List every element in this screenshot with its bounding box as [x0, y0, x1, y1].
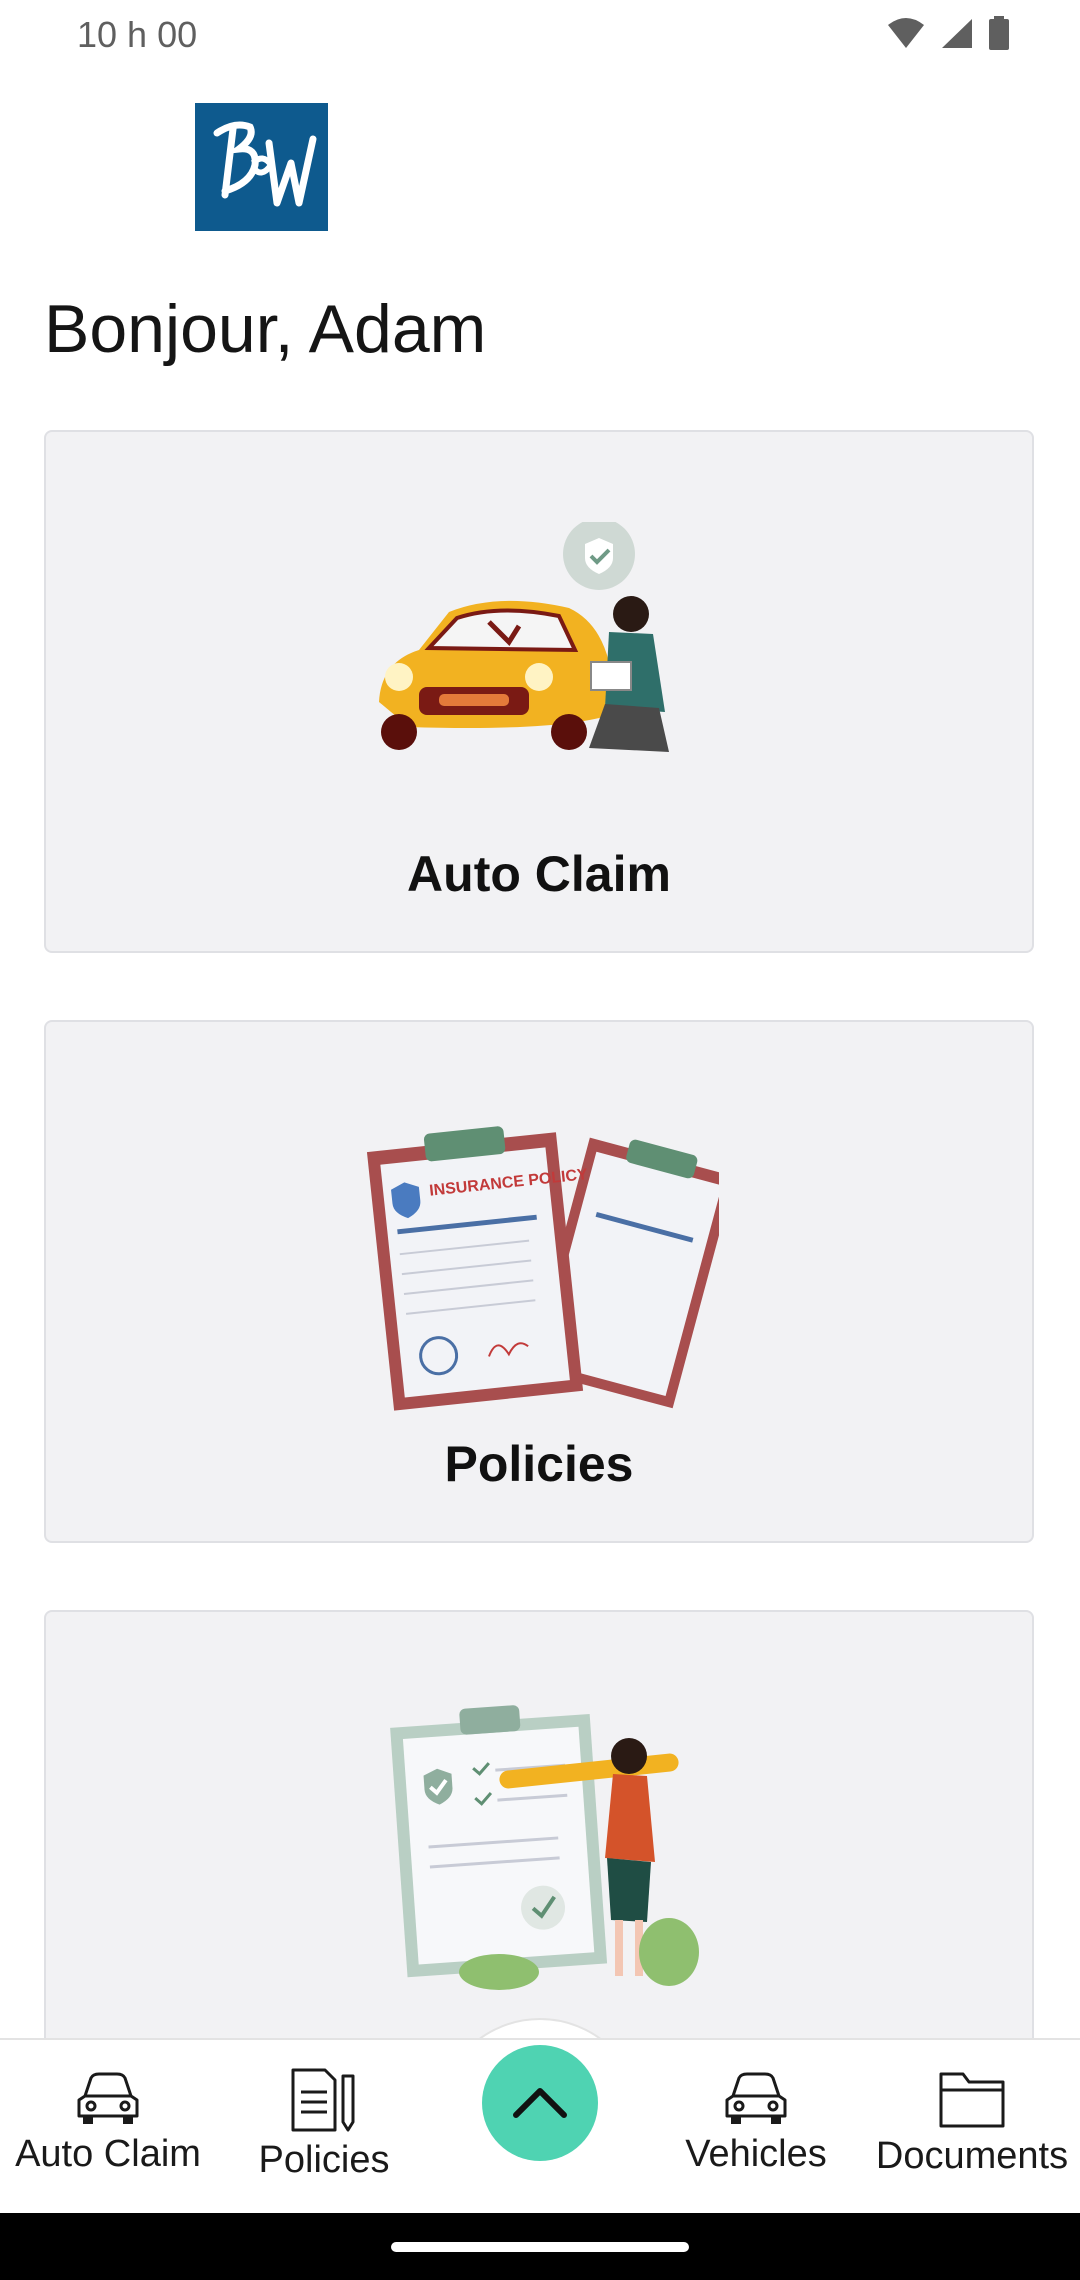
- nav-auto-claim-label: Auto Claim: [15, 2133, 201, 2175]
- nav-documents-label: Documents: [875, 2135, 1069, 2177]
- nav-auto-claim[interactable]: Auto Claim: [0, 2070, 216, 2176]
- system-gesture-bar: [0, 2213, 1080, 2280]
- insurance-policy-illustration: INSURANCE POLICY: [366, 1126, 719, 1411]
- nav-vehicles-label: Vehicles: [685, 2133, 827, 2175]
- expand-menu-button[interactable]: [482, 2045, 598, 2161]
- folder-icon: [939, 2072, 1005, 2128]
- auto-claim-label: Auto Claim: [407, 846, 671, 902]
- gesture-handle[interactable]: [391, 2242, 689, 2252]
- checklist-illustration: [390, 1705, 699, 1990]
- car-damage-illustration: [379, 522, 669, 752]
- policies-card[interactable]: INSURANCE POLICY Policies: [44, 1020, 1034, 1543]
- status-icons: [886, 16, 1010, 50]
- policies-label: Policies: [444, 1436, 634, 1492]
- chevron-up-icon: [513, 2088, 567, 2118]
- car-icon: [77, 2072, 139, 2124]
- nav-documents[interactable]: Documents: [864, 2070, 1080, 2178]
- nav-vehicles[interactable]: Vehicles: [648, 2070, 864, 2176]
- status-time: 10 h 00: [77, 14, 198, 55]
- nav-policies[interactable]: Policies: [216, 2068, 432, 2182]
- greeting-title: Bonjour, Adam: [44, 291, 487, 367]
- nav-policies-label: Policies: [258, 2139, 390, 2181]
- car-icon: [725, 2072, 787, 2124]
- auto-claim-card[interactable]: Auto Claim: [44, 430, 1034, 953]
- brand-logo: [195, 103, 328, 231]
- wifi-icon: [888, 18, 924, 48]
- battery-icon: [989, 16, 1009, 50]
- status-bar: 10 h 00: [0, 0, 1080, 70]
- signal-icon: [942, 19, 972, 48]
- document-pen-icon: [291, 2068, 355, 2132]
